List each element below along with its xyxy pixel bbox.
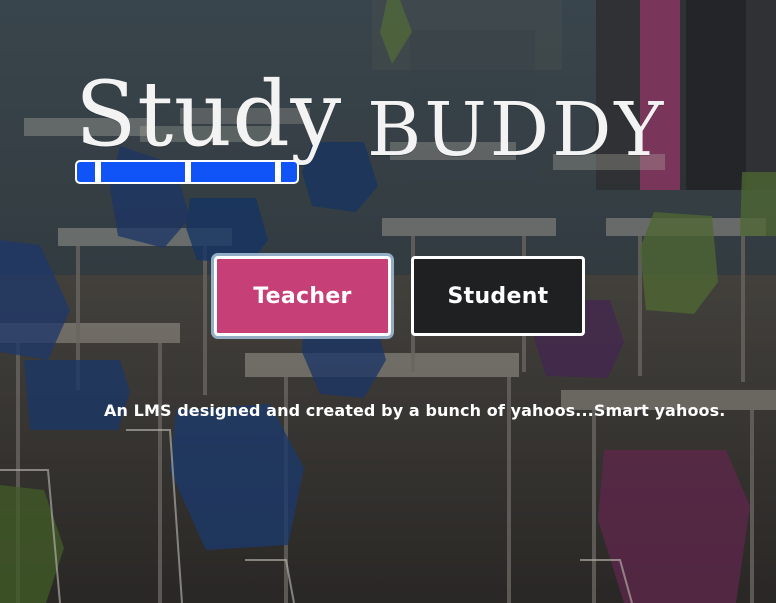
logo-buddy-text: BUDDY	[367, 87, 667, 173]
ruler-segment	[185, 162, 191, 182]
tagline: An LMS designed and created by a bunch o…	[104, 401, 726, 420]
landing-page: Study BUDDY Teacher Student An LMS desig…	[0, 0, 776, 603]
teacher-button[interactable]: Teacher	[214, 256, 391, 336]
app-logo: Study BUDDY	[75, 70, 755, 198]
student-button[interactable]: Student	[411, 256, 585, 336]
ruler-icon	[75, 160, 299, 184]
logo-study-text: Study	[75, 62, 342, 167]
ruler-segment	[95, 162, 101, 182]
ruler-segment	[275, 162, 281, 182]
